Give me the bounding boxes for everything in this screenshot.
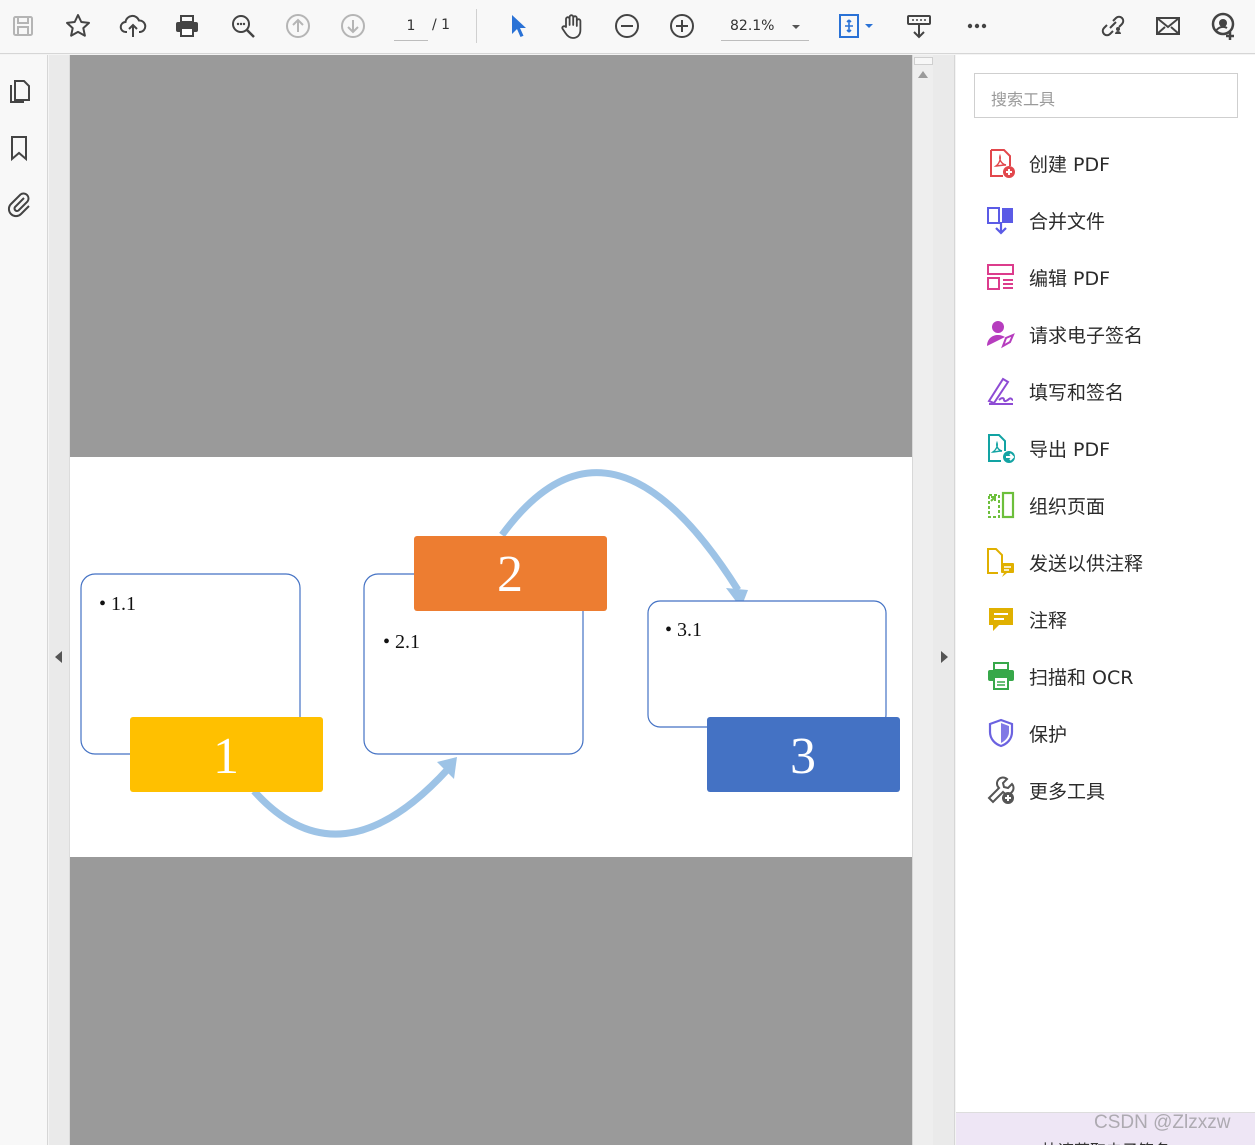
account-icon[interactable] — [1205, 9, 1241, 43]
tool-protect[interactable]: 保护 — [984, 713, 1234, 753]
tool-organize-pages[interactable]: 组织页面 — [984, 485, 1234, 525]
zoom-value: 82.1% — [730, 18, 775, 34]
tool-request-esign[interactable]: 请求电子签名 — [984, 314, 1234, 354]
fill-sign-icon — [984, 374, 1018, 408]
tools-pane: 搜索工具 创建 PDF 合并文件 编辑 PDF 请求电子签名 填写和签名 导出 … — [956, 55, 1255, 1145]
tool-label: 合并文件 — [1029, 210, 1106, 233]
organize-pages-icon — [984, 488, 1018, 522]
export-pdf-icon — [984, 431, 1018, 465]
page-number-input[interactable]: 1 — [394, 13, 428, 41]
page-total: / 1 — [432, 17, 451, 33]
tool-label: 创建 PDF — [1029, 153, 1111, 176]
attachment-icon[interactable] — [4, 189, 34, 219]
chevron-right-icon — [941, 651, 948, 663]
chevron-down-icon — [792, 25, 800, 29]
tool-label: 发送以供注释 — [1029, 552, 1144, 575]
search-tools-input[interactable]: 搜索工具 — [974, 73, 1238, 118]
watermark: CSDN @Zlzxzw — [1094, 1112, 1231, 1133]
tool-more-tools[interactable]: 更多工具 — [984, 770, 1234, 810]
process-diagram: 1 2 3 — [80, 469, 900, 838]
tool-fill-sign[interactable]: 填写和签名 — [984, 371, 1234, 411]
more-tools-icon — [984, 773, 1018, 807]
acrobat-window: 1 / 1 82.1% 1 2 3 • 1.1 • 2.1 • 3.1 搜索工具… — [0, 0, 1255, 1145]
collapse-left-panel[interactable] — [49, 55, 70, 1145]
number-label-2: 2 — [497, 546, 523, 603]
comment-icon — [984, 602, 1018, 636]
tool-label: 更多工具 — [1029, 780, 1106, 803]
tool-label: 组织页面 — [1029, 495, 1106, 518]
pages-icon[interactable] — [4, 76, 34, 106]
tool-label: 保护 — [1029, 723, 1068, 746]
tool-send-for-comments[interactable]: 发送以供注释 — [984, 542, 1234, 582]
combine-files-icon — [984, 203, 1018, 237]
tool-label: 请求电子签名 — [1029, 324, 1144, 347]
tool-scan-ocr[interactable]: 扫描和 OCR — [984, 656, 1234, 696]
print-icon[interactable] — [169, 9, 205, 43]
number-label-3: 3 — [790, 728, 816, 785]
cloud-upload-icon[interactable] — [115, 9, 151, 43]
tool-comment[interactable]: 注释 — [984, 599, 1234, 639]
find-text-icon[interactable] — [225, 9, 261, 43]
zoom-out-icon[interactable] — [609, 9, 645, 43]
collapse-right-panel[interactable] — [933, 55, 955, 1145]
main-toolbar: 1 / 1 82.1% — [0, 0, 1255, 54]
tool-label: 填写和签名 — [1029, 381, 1125, 404]
protect-icon — [984, 716, 1018, 750]
edit-pdf-icon — [984, 260, 1018, 294]
request-esign-icon — [984, 317, 1018, 351]
tool-label: 导出 PDF — [1029, 438, 1111, 461]
pdf-page: 1 2 3 • 1.1 • 2.1 • 3.1 — [70, 457, 912, 857]
tool-edit-pdf[interactable]: 编辑 PDF — [984, 257, 1234, 297]
page-down-icon[interactable] — [335, 9, 371, 43]
scroll-thumb[interactable] — [914, 57, 933, 65]
email-icon[interactable] — [1150, 9, 1186, 43]
left-navigation-rail — [0, 55, 48, 1145]
bullet-text-3: • 3.1 — [665, 619, 703, 641]
tool-export-pdf[interactable]: 导出 PDF — [984, 428, 1234, 468]
tool-label: 注释 — [1029, 609, 1068, 632]
zoom-in-icon[interactable] — [664, 9, 700, 43]
page-up-icon[interactable] — [280, 9, 316, 43]
select-arrow-icon[interactable] — [499, 9, 535, 43]
send-comment-icon — [984, 545, 1018, 579]
share-link-icon[interactable] — [1094, 9, 1130, 43]
hand-tool-icon[interactable] — [554, 9, 590, 43]
page-fit-icon[interactable] — [832, 9, 880, 43]
bullet-text-2: • 2.1 — [383, 631, 421, 653]
tool-create-pdf[interactable]: 创建 PDF — [984, 143, 1234, 183]
tool-label: 扫描和 OCR — [1029, 666, 1134, 689]
create-pdf-icon — [984, 146, 1018, 180]
tool-combine-files[interactable]: 合并文件 — [984, 200, 1234, 240]
star-icon[interactable] — [60, 9, 96, 43]
scan-ocr-icon — [984, 659, 1018, 693]
vertical-scrollbar[interactable] — [912, 55, 933, 1145]
zoom-dropdown[interactable]: 82.1% — [721, 13, 809, 41]
save-icon[interactable] — [5, 9, 41, 43]
bookmark-icon[interactable] — [4, 133, 34, 163]
number-label-1: 1 — [213, 728, 239, 785]
document-viewport[interactable]: 1 2 3 • 1.1 • 2.1 • 3.1 — [70, 55, 912, 1145]
bullet-text-1: • 1.1 — [99, 593, 137, 615]
scroll-up-icon[interactable] — [918, 71, 928, 78]
tool-label: 编辑 PDF — [1029, 267, 1111, 290]
more-icon[interactable] — [959, 9, 995, 43]
read-mode-icon[interactable] — [901, 9, 937, 43]
chevron-left-icon — [55, 651, 62, 663]
toolbar-divider — [476, 9, 477, 43]
